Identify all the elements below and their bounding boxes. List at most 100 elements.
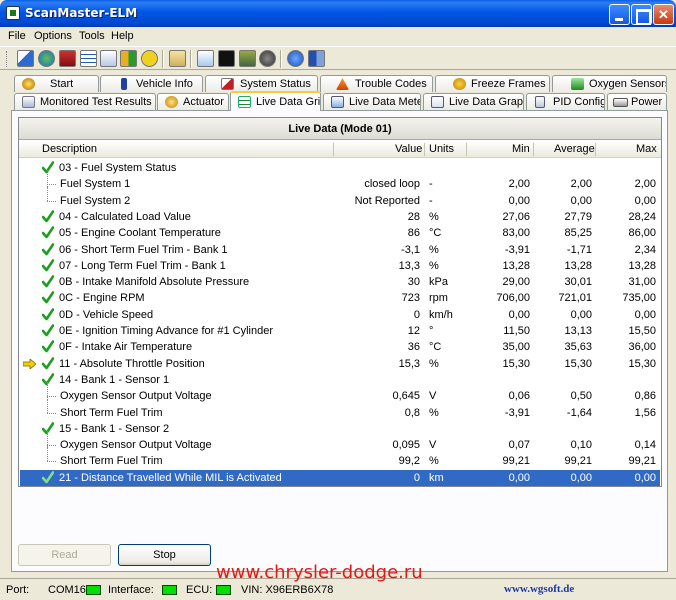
table-row[interactable]: 14 - Bank 1 - Sensor 1: [20, 372, 660, 388]
pid-config-icon: [535, 96, 545, 108]
tab-power[interactable]: Power: [607, 93, 667, 110]
table-row[interactable]: 03 - Fuel System Status: [20, 160, 660, 176]
graph-icon[interactable]: [120, 50, 137, 67]
column-units[interactable]: Units: [429, 143, 454, 155]
table-row[interactable]: 0D - Vehicle Speed 0 km/h 0,00 0,00 0,00: [20, 307, 660, 323]
grid-icon[interactable]: [80, 50, 97, 67]
cell-description: 11 - Absolute Throttle Position: [59, 357, 205, 370]
menu-file[interactable]: File: [8, 30, 26, 42]
table-row[interactable]: Fuel System 2 Not Reported - 0,00 0,00 0,00: [20, 186, 660, 209]
cell-max: 2,34: [634, 243, 656, 256]
column-min[interactable]: Min: [512, 143, 530, 155]
column-divider[interactable]: [424, 143, 425, 156]
terminal-icon[interactable]: [218, 50, 235, 67]
table-row[interactable]: 05 - Engine Coolant Temperature 86 °C 83,00…: [20, 225, 660, 241]
about-icon[interactable]: [287, 50, 304, 67]
tree-line: [47, 412, 56, 414]
check-icon: [42, 258, 54, 272]
cell-value: 0,645: [392, 390, 420, 403]
column-max[interactable]: Max: [636, 143, 657, 155]
check-icon: [42, 242, 54, 255]
start-icon: [22, 78, 35, 90]
table-row[interactable]: 11 - Absolute Throttle Position 15,3% 15,3…: [20, 356, 660, 372]
dollar-icon[interactable]: [141, 50, 158, 67]
cell-value: 0,8: [404, 406, 420, 419]
battery-icon[interactable]: [239, 50, 256, 67]
cell-units: %: [429, 210, 439, 223]
tab-start[interactable]: Start: [14, 75, 99, 92]
table-row[interactable]: 0B - Intake Manifold Absolute Pressure 30…: [20, 274, 660, 290]
cell-description: Fuel System 2: [60, 194, 131, 207]
cell-value: 30: [407, 276, 420, 289]
table-row[interactable]: 04 - Calculated Load Value 28% 27,06 27,79 2…: [20, 209, 660, 225]
cell-description: 03 - Fuel System Status: [59, 162, 177, 174]
tab-live-data-graph[interactable]: Live Data Graph: [423, 93, 524, 110]
stop-icon[interactable]: [259, 50, 276, 67]
column-divider[interactable]: [333, 143, 334, 156]
cell-value: 0,095: [392, 439, 420, 452]
tab-monitored-test-results[interactable]: Monitored Test Results: [14, 93, 156, 110]
meter-icon[interactable]: [100, 50, 117, 67]
live-data-grid[interactable]: Live Data (Mode 01) Description Value Un…: [18, 117, 662, 487]
title-bar: ScanMaster-ELM ✕: [0, 0, 676, 27]
column-divider[interactable]: [466, 143, 467, 156]
column-divider[interactable]: [533, 143, 534, 156]
cell-value: 723: [401, 292, 420, 305]
system-status-icon: [221, 78, 234, 90]
table-row[interactable]: Short Term Fuel Trim 99,2% 99,21 99,21 99,21: [20, 447, 660, 469]
table-row[interactable]: Oxygen Sensor Output Voltage 0,095 V 0,07 0,…: [20, 431, 660, 453]
actuator-icon: [165, 96, 178, 108]
cell-description: 14 - Bank 1 - Sensor 1: [59, 373, 170, 386]
cell-min: 15,30: [502, 357, 530, 370]
read-button[interactable]: Read: [18, 544, 111, 566]
column-value[interactable]: Value: [395, 143, 422, 155]
close-button[interactable]: ✕: [653, 4, 674, 25]
tab-vehicle-info[interactable]: Vehicle Info: [100, 75, 203, 92]
tab-oxygen-sensors[interactable]: Oxygen Sensors: [552, 75, 667, 92]
table-row[interactable]: Fuel System 1 closed loop - 2,00 2,00 2,00: [20, 170, 660, 192]
cell-description: Oxygen Sensor Output Voltage: [60, 390, 212, 403]
tab-live-data-meter[interactable]: Live Data Meter: [323, 93, 421, 110]
website-link[interactable]: www.wgsoft.de: [504, 583, 574, 595]
tab-trouble-codes[interactable]: Trouble Codes: [320, 75, 433, 92]
table-row[interactable]: 0F - Intake Air Temperature 36 °C 35,00 35,6…: [20, 339, 660, 355]
column-divider[interactable]: [595, 143, 596, 156]
table-row[interactable]: 15 - Bank 1 - Sensor 2: [20, 421, 660, 437]
globe-icon[interactable]: [38, 50, 55, 67]
table-row[interactable]: 0E - Ignition Timing Advance for #1 Cyli…: [20, 323, 660, 339]
clipboard-icon[interactable]: [169, 50, 186, 67]
maximize-button[interactable]: [631, 4, 652, 25]
table-row[interactable]: Oxygen Sensor Output Voltage 0,645 V 0,06 0,…: [20, 382, 660, 404]
table-row[interactable]: 06 - Short Term Fuel Trim - Bank 1 -3,1% -…: [20, 242, 660, 258]
cell-description: Short Term Fuel Trim: [60, 455, 163, 468]
minimize-button[interactable]: [609, 4, 630, 25]
menu-options[interactable]: Options: [34, 30, 72, 42]
menu-tools[interactable]: Tools: [79, 30, 105, 42]
monitor-icon[interactable]: [197, 50, 214, 67]
stop-button[interactable]: Stop: [118, 544, 211, 566]
cell-min: 2,00: [508, 178, 530, 191]
exit-icon[interactable]: [308, 50, 325, 67]
cell-description: 0C - Engine RPM: [59, 292, 145, 305]
column-average[interactable]: Average: [554, 143, 595, 155]
tab-pid-config[interactable]: PID Config: [526, 93, 605, 110]
cell-average: 13,28: [564, 259, 592, 272]
tab-live-data-grid[interactable]: Live Data Grid: [230, 91, 321, 111]
tab-row-1: Start Vehicle Info System Status Trouble…: [11, 75, 668, 92]
tab-freeze-frames[interactable]: Freeze Frames: [435, 75, 550, 92]
menu-bar: File Options Tools Help: [0, 27, 676, 46]
tab-actuator[interactable]: Actuator: [157, 93, 229, 110]
tab-system-status[interactable]: System Status: [205, 75, 318, 92]
app-icon: [6, 6, 20, 20]
menu-help[interactable]: Help: [111, 30, 134, 42]
column-description[interactable]: Description: [42, 143, 97, 155]
check-icon: [42, 161, 54, 174]
table-row[interactable]: Short Term Fuel Trim 0,8% -3,91 -1,64 1,56: [20, 398, 660, 421]
table-row[interactable]: 21 - Distance Travelled While MIL is Act…: [20, 469, 660, 486]
cell-max: 0,86: [634, 390, 656, 403]
toolbar-grip[interactable]: [6, 51, 9, 67]
vehicle-icon[interactable]: [59, 50, 76, 67]
table-row[interactable]: 0C - Engine RPM 723 rpm 706,00 721,01 735,00: [20, 290, 660, 306]
connect-icon[interactable]: [17, 50, 34, 67]
table-row[interactable]: 07 - Long Term Fuel Trim - Bank 1 13,3% 13…: [20, 258, 660, 274]
